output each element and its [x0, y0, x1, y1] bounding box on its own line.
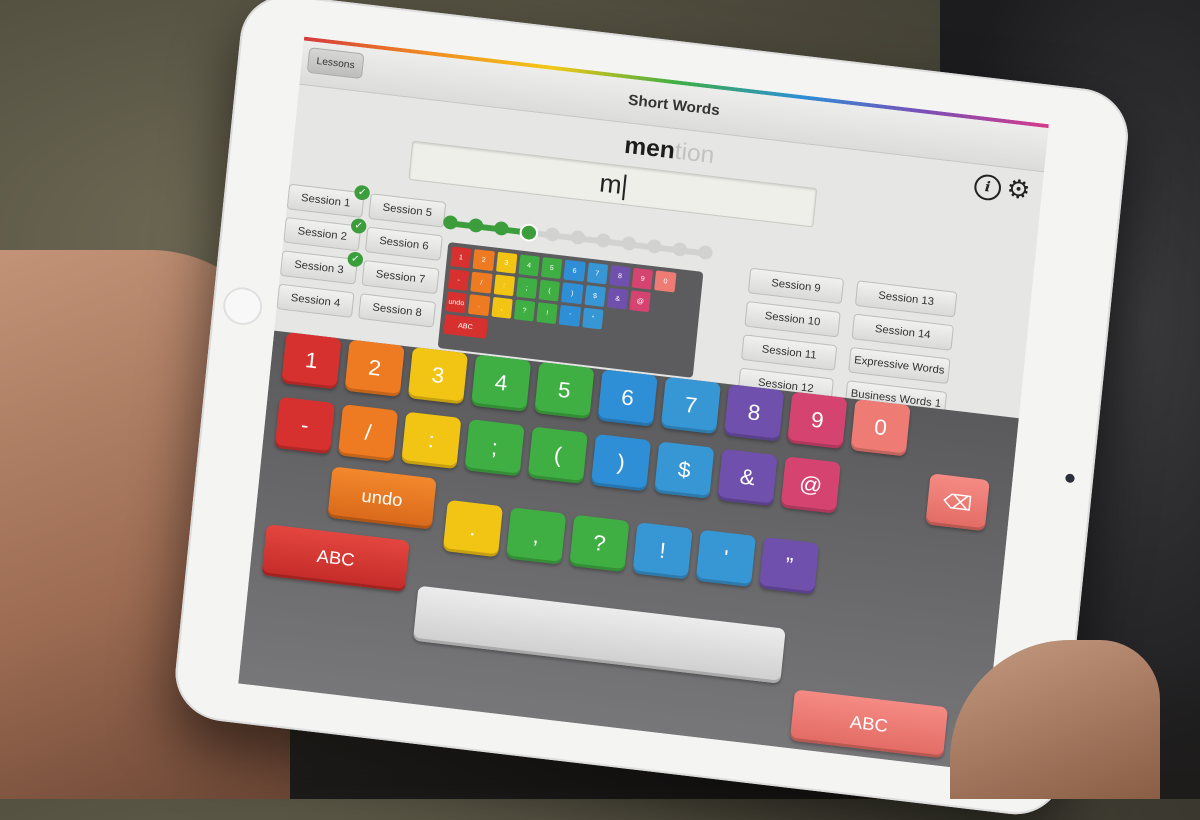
session-1-button[interactable]: Session 1 [286, 183, 365, 218]
target-word-typed: men [623, 131, 677, 165]
mini-key: 0 [654, 270, 677, 293]
key-3-3[interactable]: ? [569, 514, 630, 573]
key-1-5[interactable]: 5 [534, 361, 595, 420]
mini-key [650, 316, 672, 338]
target-word-remaining: tion [673, 137, 716, 170]
abc-key-right[interactable]: ABC [789, 689, 949, 759]
session-13-button[interactable]: Session 13 [854, 280, 958, 318]
typing-input-value: m [598, 167, 624, 200]
progress-dot [672, 241, 688, 258]
mini-key [652, 293, 674, 315]
mini-abc-key: ABC [443, 314, 488, 339]
session-10-button[interactable]: Session 10 [744, 300, 841, 338]
key-2-4[interactable]: ; [464, 419, 525, 477]
mini-key: ) [561, 282, 584, 305]
text-caret [622, 174, 627, 201]
undo-key[interactable]: undo [327, 466, 437, 530]
session-6-button[interactable]: Session 6 [364, 226, 443, 261]
mini-key: 9 [631, 267, 654, 290]
progress-dot [570, 229, 586, 246]
session-2-button[interactable]: Session 2 [283, 216, 362, 252]
key-1-1[interactable]: 1 [281, 332, 342, 390]
mini-key: 5 [540, 257, 563, 280]
key-2-9[interactable]: @ [780, 456, 841, 514]
mini-key: : [493, 274, 515, 297]
progress-dot [646, 238, 663, 255]
key-1-4[interactable]: 4 [471, 354, 532, 412]
abc-key-left[interactable]: ABC [261, 524, 410, 592]
progress-dot [697, 244, 714, 261]
key-2-6[interactable]: ) [590, 433, 652, 492]
mini-key: ! [536, 302, 559, 325]
key-3-6[interactable]: ” [758, 537, 820, 595]
mini-key: 3 [495, 251, 518, 274]
mini-key: . [468, 294, 490, 317]
space-bar[interactable] [412, 585, 786, 684]
session-8-button[interactable]: Session 8 [358, 293, 437, 328]
mini-key: 8 [609, 265, 631, 288]
mini-key: 6 [563, 259, 586, 282]
key-1-9[interactable]: 9 [787, 391, 848, 450]
progress-dot [595, 232, 612, 249]
mini-key: & [606, 287, 629, 310]
session-11-button[interactable]: Session 11 [740, 334, 838, 371]
app-screen: Lessons Short Words i ⚙ mention m Sessio… [238, 36, 1049, 772]
session-14-button[interactable]: Session 14 [851, 313, 954, 351]
mini-key: - [447, 268, 470, 291]
progress-dot [544, 226, 561, 243]
mini-key: ” [581, 307, 604, 330]
key-3-5[interactable]: ' [695, 529, 756, 588]
progress-dot [442, 214, 459, 231]
progress-dot [621, 235, 637, 252]
key-2-1[interactable]: - [274, 396, 335, 455]
mini-key: ( [538, 279, 561, 302]
session-progress-fill [450, 220, 528, 236]
mini-key: ; [515, 276, 538, 299]
key-2-5[interactable]: ( [527, 426, 588, 484]
backspace-icon[interactable]: ⌫ [925, 473, 990, 532]
key-3-1[interactable]: . [442, 499, 504, 558]
mini-key: ' [559, 304, 581, 327]
mini-key: @ [629, 290, 652, 313]
session-5-button[interactable]: Session 5 [368, 193, 447, 228]
mini-key: 4 [518, 254, 540, 277]
expressive-words-button[interactable]: Expressive Words [848, 346, 951, 385]
mini-key [677, 273, 699, 295]
key-2-7[interactable]: $ [654, 441, 715, 499]
mini-key [627, 313, 649, 335]
mini-key [675, 296, 697, 318]
key-1-6[interactable]: 6 [597, 369, 658, 427]
key-2-8[interactable]: & [717, 448, 778, 507]
session-3-button[interactable]: Session 3 [279, 250, 358, 285]
key-1-7[interactable]: 7 [660, 376, 721, 435]
key-1-8[interactable]: 8 [723, 384, 785, 442]
session-9-button[interactable]: Session 9 [747, 267, 845, 305]
progress-dot [518, 222, 539, 243]
mini-key [673, 318, 695, 340]
mini-key [605, 310, 627, 332]
mini-key: 2 [472, 249, 495, 272]
key-2-2[interactable]: / [337, 404, 399, 462]
key-2-3[interactable]: : [401, 411, 462, 470]
mini-key: ? [513, 299, 536, 322]
key-1-2[interactable]: 2 [344, 339, 405, 397]
progress-dot [468, 217, 484, 234]
key-1-3[interactable]: 3 [407, 346, 469, 405]
mini-key: 7 [586, 262, 609, 285]
front-camera [1064, 473, 1076, 484]
progress-dot [493, 220, 510, 237]
key-3-4[interactable]: ! [632, 522, 693, 580]
mini-key: undo [445, 291, 468, 314]
key-1-10[interactable]: 0 [850, 399, 911, 457]
session-4-button[interactable]: Session 4 [276, 283, 355, 318]
key-3-2[interactable]: , [505, 507, 567, 565]
mini-key: , [490, 296, 513, 319]
session-7-button[interactable]: Session 7 [361, 259, 440, 295]
mini-key: / [470, 271, 493, 294]
mini-key: 1 [450, 246, 472, 269]
home-button[interactable] [221, 285, 264, 327]
mini-key: $ [584, 285, 606, 307]
